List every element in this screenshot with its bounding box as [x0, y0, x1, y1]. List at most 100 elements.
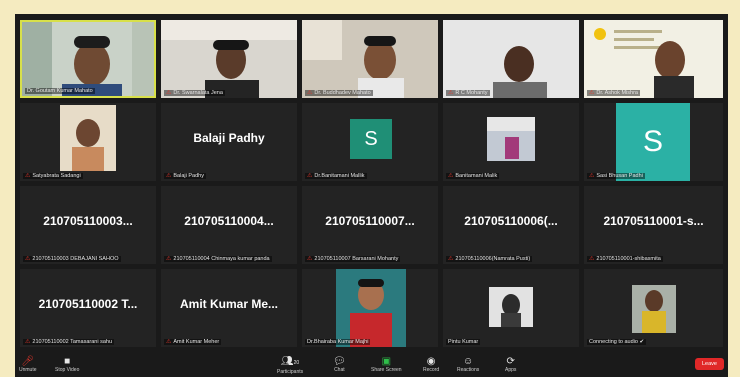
participants-icon: 👥︎20 — [280, 356, 300, 367]
reactions-icon: ☺ — [463, 356, 474, 367]
participant-display-name: 210705110006(... — [464, 214, 558, 228]
participant-tile[interactable]: Amit Kumar Me... ⚠ Amit Kumar Meher — [161, 269, 297, 347]
participant-tile[interactable]: 210705110006(... ⚠ 210705110006(Namrata P… — [443, 186, 579, 264]
apps-icon: ⟳ — [506, 356, 515, 367]
participant-name: ⚠ Balaji Padhy — [164, 173, 206, 179]
participant-tile[interactable]: ⚠ R C Mohanty — [443, 20, 579, 98]
participant-tile[interactable]: S ⚠ Sasi Bhusan Padhi — [584, 103, 723, 181]
record-label: Record — [423, 367, 440, 373]
participant-video — [443, 20, 579, 98]
participants-label: Participants — [277, 369, 304, 375]
participant-video — [20, 103, 156, 181]
avatar: S — [350, 119, 392, 159]
participant-name: ⚠ 210705110001-shibasmita — [587, 256, 663, 262]
participant-name: Dr.Bhairaba Kumar Majhi — [305, 339, 371, 345]
mic-muted-icon: ⚠ — [25, 339, 31, 345]
participant-video — [22, 22, 154, 96]
mic-off-icon: 🎤︎ — [21, 356, 35, 367]
participants-button[interactable]: 👥︎20 Participants — [277, 356, 303, 375]
share-screen-icon: ▣ — [381, 356, 392, 367]
mic-muted-icon: ⚠ — [589, 173, 595, 179]
participant-tile[interactable]: Pintu Kumar — [443, 269, 579, 347]
mic-muted-icon: ⚠ — [589, 256, 595, 262]
mic-muted-icon: ⚠ — [448, 173, 454, 179]
participant-display-name: 210705110004... — [184, 214, 274, 228]
participant-name: ⚠ Sasi Bhusan Padhi — [587, 173, 645, 179]
mic-muted-icon: ⚠ — [166, 173, 172, 179]
participant-tile[interactable]: 210705110003... ⚠ 210705110003 DEBAJANI S… — [20, 186, 156, 264]
participant-tile[interactable]: ⚠ Dr. Swarnalata Jena — [161, 20, 297, 98]
participant-name: ⚠ 210705110002 Tamasarani sahu — [23, 339, 115, 345]
participant-tile[interactable]: Connecting to audio ✔ — [584, 269, 723, 347]
participant-tile[interactable]: ⚠ Dr. Buddhadev Mahato — [302, 20, 438, 98]
reactions-button[interactable]: ☺ Reactions — [457, 356, 479, 373]
participant-tile[interactable]: S ⚠ Dr.Banitamani Mallik — [302, 103, 438, 181]
participant-display-name: Amit Kumar Me... — [179, 297, 278, 311]
share-screen-button[interactable]: ▣ Share Screen — [371, 356, 402, 373]
participant-display-name: 210705110003... — [43, 214, 133, 228]
participant-name: Dr. Goutam Kumar Mahato — [25, 88, 95, 94]
participant-name: ⚠ 210705110006(Namrata Pusti) — [446, 256, 533, 262]
zoom-window: Dr. Goutam Kumar Mahato ⚠ Dr. Swarnalata … — [15, 14, 728, 377]
mic-muted-icon: ⚠ — [307, 173, 313, 179]
apps-button[interactable]: ⟳ Apps — [505, 356, 516, 373]
mic-muted-icon: ⚠ — [307, 256, 313, 262]
participant-display-name: 210705110001-s... — [603, 214, 704, 228]
participant-name: Pintu Kumar — [446, 339, 481, 345]
mic-muted-icon: ⚠ — [448, 90, 454, 96]
participant-name: ⚠ R C Mohanty — [446, 90, 490, 96]
stop-video-label: Stop Video — [55, 367, 80, 373]
participant-name: ⚠ 210705110007 Barsarani Mohanty — [305, 256, 401, 262]
chat-icon: 💬︎ — [333, 356, 346, 367]
stop-video-button[interactable]: ■ Stop Video — [55, 356, 79, 373]
mic-muted-icon: ⚠ — [166, 256, 172, 262]
record-button[interactable]: ◉ Record — [423, 356, 439, 373]
reactions-label: Reactions — [457, 367, 480, 373]
video-camera-icon: ■ — [64, 356, 71, 367]
mic-muted-icon: ⚠ — [25, 256, 31, 262]
chat-button[interactable]: 💬︎ Chat — [333, 356, 346, 373]
participants-count: 20 — [293, 360, 300, 366]
participant-name: ⚠ Amit Kumar Meher — [164, 339, 222, 345]
participant-tile[interactable]: Dr. Goutam Kumar Mahato — [20, 20, 156, 98]
participant-tile[interactable]: 210705110004... ⚠ 210705110004 Chinmaya k… — [161, 186, 297, 264]
unmute-button[interactable]: 🎤︎ Unmute — [19, 356, 37, 373]
participant-name: ⚠ Satyabrata Sadangi — [23, 173, 83, 179]
participant-tile[interactable]: 210705110007... ⚠ 210705110007 Barsarani … — [302, 186, 438, 264]
leave-button[interactable]: Leave — [695, 358, 724, 370]
mic-muted-icon: ⚠ — [589, 90, 595, 96]
participant-name: ⚠ Dr. Buddhadev Mahato — [305, 90, 373, 96]
participant-tile[interactable]: 210705110002 T... ⚠ 210705110002 Tamasara… — [20, 269, 156, 347]
participant-video — [584, 269, 723, 347]
participant-video — [443, 103, 579, 181]
participant-tile[interactable]: ⚠ Banitamani Malik — [443, 103, 579, 181]
participant-video — [161, 20, 297, 98]
mic-muted-icon: ⚠ — [166, 339, 172, 345]
participant-tile[interactable]: ⚠ Satyabrata Sadangi — [20, 103, 156, 181]
participant-name: ⚠ 210705110003 DEBAJANI SAHOO — [23, 256, 121, 262]
mic-muted-icon: ⚠ — [307, 90, 313, 96]
participant-tile[interactable]: Balaji Padhy ⚠ Balaji Padhy — [161, 103, 297, 181]
mic-muted-icon: ⚠ — [25, 173, 31, 179]
participant-name: ⚠ Banitamani Malik — [446, 173, 500, 179]
chat-label: Chat — [334, 367, 345, 373]
avatar: S — [616, 103, 690, 181]
participant-video — [584, 20, 723, 98]
participant-name: ⚠ Dr. Ashok Mishra — [587, 90, 640, 96]
meeting-toolbar: 🎤︎ Unmute ■ Stop Video 👥︎20 Participants… — [15, 354, 728, 377]
apps-label: Apps — [505, 367, 517, 373]
participant-name: ⚠ Dr. Swarnalata Jena — [164, 90, 225, 96]
participant-tile[interactable]: ⚠ Dr. Ashok Mishra — [584, 20, 723, 98]
record-icon: ◉ — [426, 356, 436, 367]
participant-name: Connecting to audio ✔ — [587, 339, 647, 345]
share-screen-label: Share Screen — [371, 367, 402, 373]
participant-display-name: 210705110002 T... — [38, 297, 138, 311]
participant-name: ⚠ 210705110004 Chinmaya kumar panda — [164, 256, 272, 262]
mic-muted-icon: ⚠ — [166, 90, 172, 96]
participant-video — [443, 269, 579, 347]
participant-video — [302, 20, 438, 98]
participant-name: ⚠ Dr.Banitamani Mallik — [305, 173, 367, 179]
unmute-label: Unmute — [19, 367, 37, 373]
participant-tile[interactable]: Dr.Bhairaba Kumar Majhi — [302, 269, 438, 347]
participant-tile[interactable]: 210705110001-s... ⚠ 210705110001-shibasmi… — [584, 186, 723, 264]
